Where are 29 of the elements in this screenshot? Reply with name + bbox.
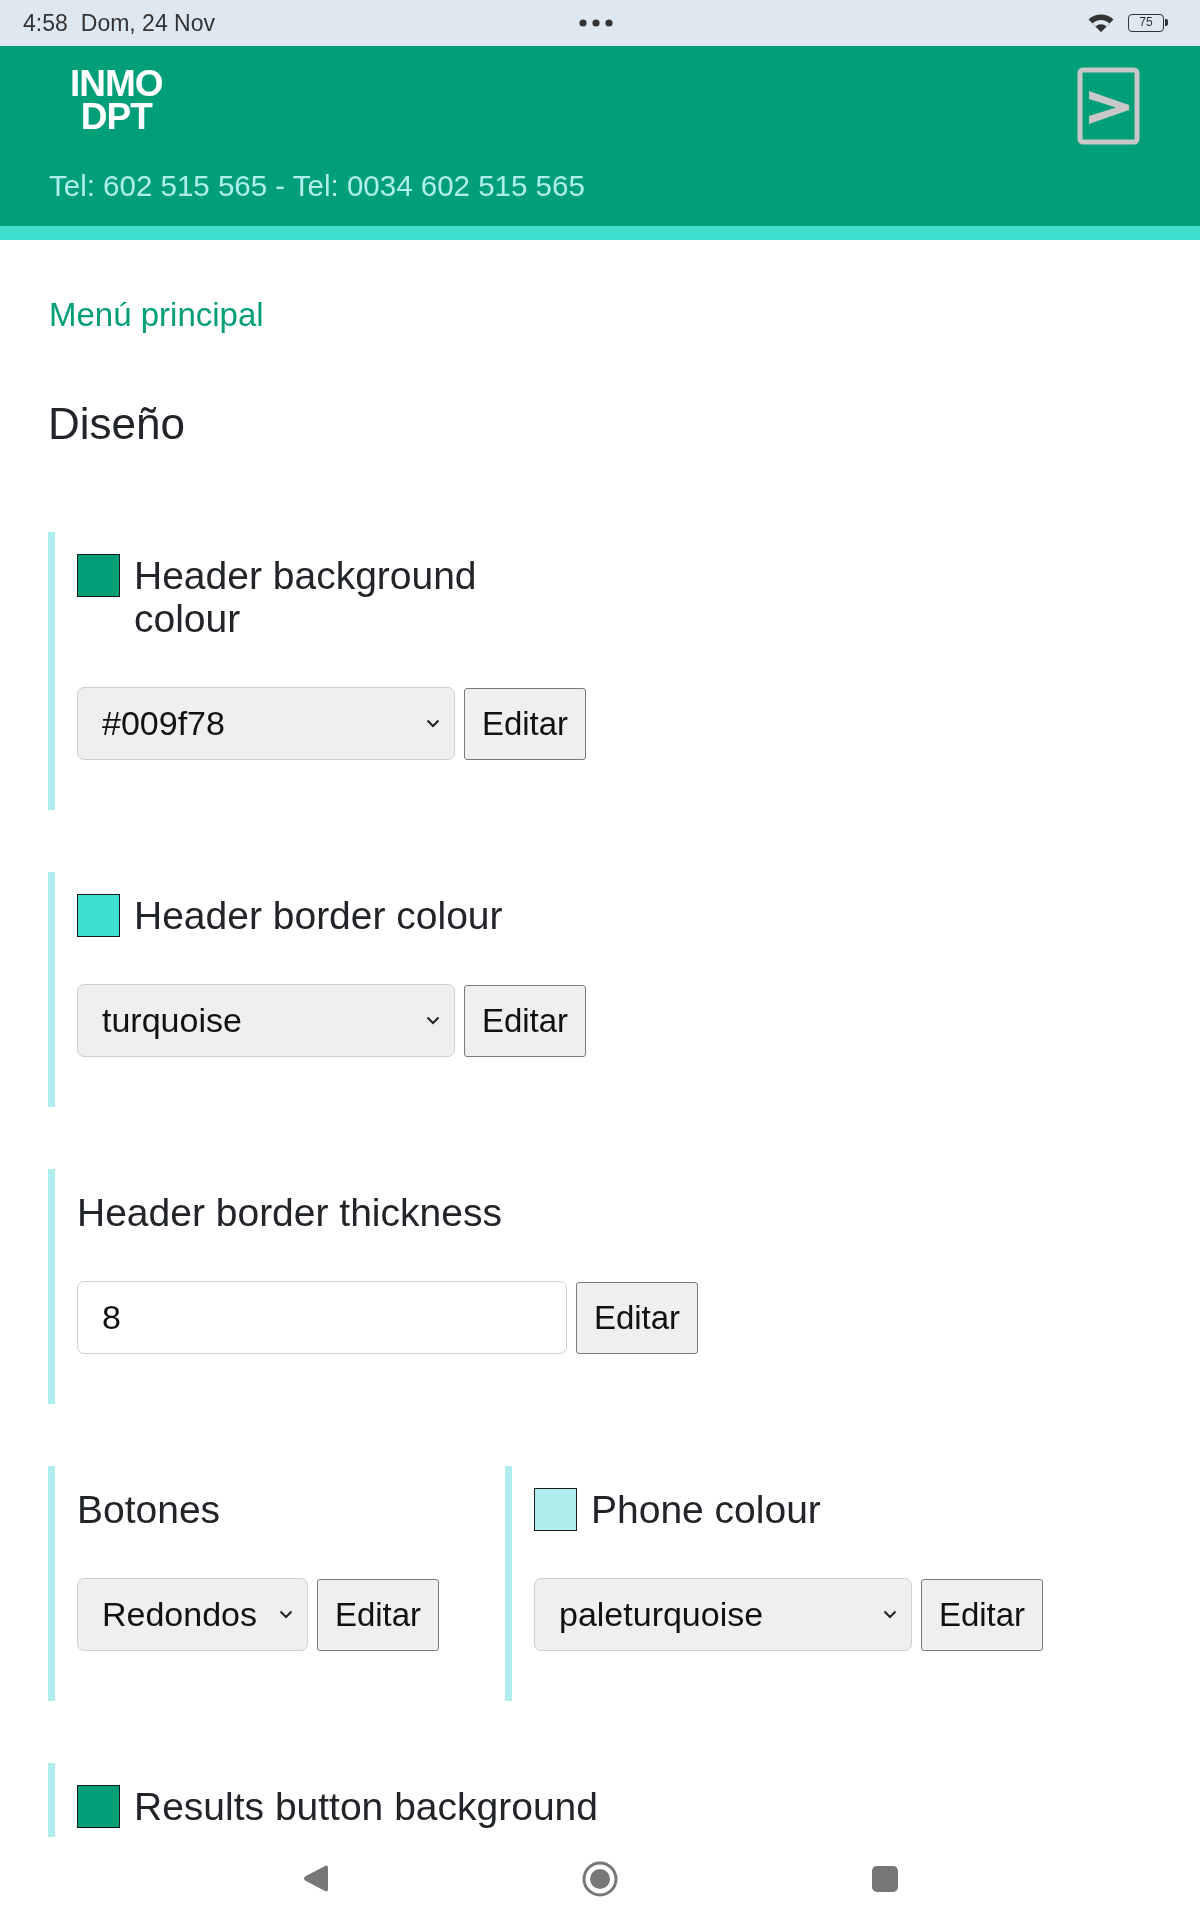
dropdown[interactable]: turquoise: [77, 984, 455, 1057]
text-field[interactable]: 8: [77, 1281, 567, 1354]
status-date: Dom, 24 Nov: [80, 9, 215, 37]
edit-button[interactable]: Editar: [464, 687, 586, 760]
setting-label: Results button background: [134, 1785, 598, 1828]
setting-label: Header border thickness: [77, 1191, 502, 1234]
chevron-down-icon: [426, 1016, 440, 1025]
clock-time: 4:58: [23, 9, 68, 37]
setting-label: Phone colour: [591, 1488, 821, 1531]
home-icon[interactable]: [582, 1860, 618, 1897]
chevron-down-icon: [279, 1610, 293, 1619]
dropdown[interactable]: Redondos: [77, 1578, 308, 1651]
recent-apps-icon[interactable]: [872, 1865, 898, 1892]
setting-label: Header background colour: [134, 554, 478, 640]
wifi-icon: [1088, 13, 1114, 33]
more-dots-icon: [578, 19, 613, 27]
setting-label: Botones: [77, 1488, 221, 1531]
edit-button[interactable]: Editar: [921, 1578, 1043, 1651]
chevron-down-icon: [883, 1610, 897, 1619]
edit-button[interactable]: Editar: [317, 1578, 439, 1651]
edit-button[interactable]: Editar: [576, 1281, 698, 1354]
phone-numbers: Tel: 602 515 565 - Tel: 0034 602 515 565: [49, 169, 585, 203]
dropdown[interactable]: #009f78: [77, 687, 455, 760]
page-title: Diseño: [48, 398, 185, 450]
back-icon[interactable]: [302, 1864, 328, 1893]
chevron-down-icon: [426, 719, 440, 728]
dropdown[interactable]: paleturquoise: [534, 1578, 912, 1651]
edit-button[interactable]: Editar: [464, 984, 586, 1057]
setting-label: Header border colour: [134, 894, 503, 937]
